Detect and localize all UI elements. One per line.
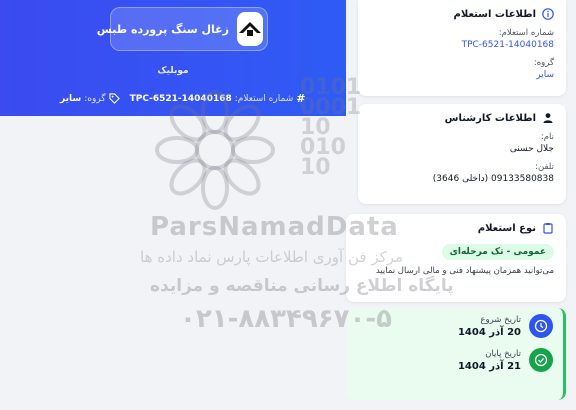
user-icon bbox=[543, 113, 553, 123]
info-icon bbox=[542, 8, 554, 20]
inquiry-type-description: می‌توانید همزمان پیشنهاد فنی و مالی ارسا… bbox=[375, 266, 554, 276]
expert-name-value: جلال حسنی bbox=[509, 144, 554, 154]
banner-meta: # شماره استعلام: TPC-6521-14040168 گروه:… bbox=[60, 92, 305, 105]
dates-card: تاریخ شروع 20 آذر 1404 تاریخ پایان 21 آذ… bbox=[346, 308, 566, 400]
banner-inquiry-label: شماره استعلام: bbox=[234, 93, 294, 104]
banner-subtitle: موبلیک bbox=[157, 66, 189, 76]
banner-group-label: گروه: bbox=[84, 93, 106, 104]
start-date-row: تاریخ شروع 20 آذر 1404 bbox=[356, 314, 553, 338]
expert-phone-value: 09133580838 (داخلی 3646) bbox=[432, 174, 554, 184]
tag-icon bbox=[108, 93, 120, 104]
end-date-value: 21 آذر 1404 bbox=[457, 360, 521, 372]
inquiry-number-value[interactable]: TPC-6521-14040168 bbox=[370, 40, 554, 50]
inquiry-group-label: گروه: bbox=[533, 58, 554, 68]
expert-info-title: اطلاعات کارشناس bbox=[444, 112, 536, 124]
inquiry-type-title: نوع استعلام bbox=[477, 222, 536, 234]
inquiry-info-title: اطلاعات استعلام bbox=[453, 8, 536, 20]
clipboard-icon bbox=[543, 223, 553, 234]
inquiry-info-card: اطلاعات استعلام شماره استعلام: TPC-6521-… bbox=[358, 0, 566, 96]
company-card[interactable]: زغال سنگ پرورده طبس bbox=[97, 7, 268, 51]
end-date-label: تاریخ پایان bbox=[485, 348, 521, 359]
inquiry-group-value[interactable]: سایر bbox=[370, 70, 554, 80]
banner-inquiry-number: # شماره استعلام: TPC-6521-14040168 bbox=[130, 92, 306, 105]
clock-icon bbox=[529, 314, 553, 338]
company-name: زغال سنگ پرورده طبس bbox=[96, 22, 229, 36]
inquiry-type-card: نوع استعلام عمومی - تک مرحله‌ای می‌توانی… bbox=[346, 214, 566, 302]
banner-group-value: سایر bbox=[60, 93, 82, 104]
end-date-row: تاریخ پایان 21 آذر 1404 bbox=[356, 348, 553, 372]
banner-group: گروه: سایر bbox=[60, 93, 120, 104]
expert-name-label: نام: bbox=[540, 132, 554, 142]
expert-info-card: اطلاعات کارشناس نام: جلال حسنی تلفن: 091… bbox=[358, 104, 566, 204]
hash-icon: # bbox=[296, 92, 306, 105]
tender-header-banner: زغال سنگ پرورده طبس موبلیک # شماره استعل… bbox=[0, 0, 346, 116]
company-logo bbox=[237, 12, 263, 46]
start-date-label: تاریخ شروع bbox=[480, 314, 521, 325]
start-date-value: 20 آذر 1404 bbox=[457, 326, 521, 338]
inquiry-type-badge: عمومی - تک مرحله‌ای bbox=[441, 244, 554, 260]
check-circle-icon bbox=[529, 348, 553, 372]
company-logo-icon bbox=[239, 22, 261, 36]
inquiry-number-label: شماره استعلام: bbox=[498, 28, 554, 38]
banner-inquiry-value: TPC-6521-14040168 bbox=[129, 93, 232, 104]
expert-phone-label: تلفن: bbox=[535, 162, 554, 172]
